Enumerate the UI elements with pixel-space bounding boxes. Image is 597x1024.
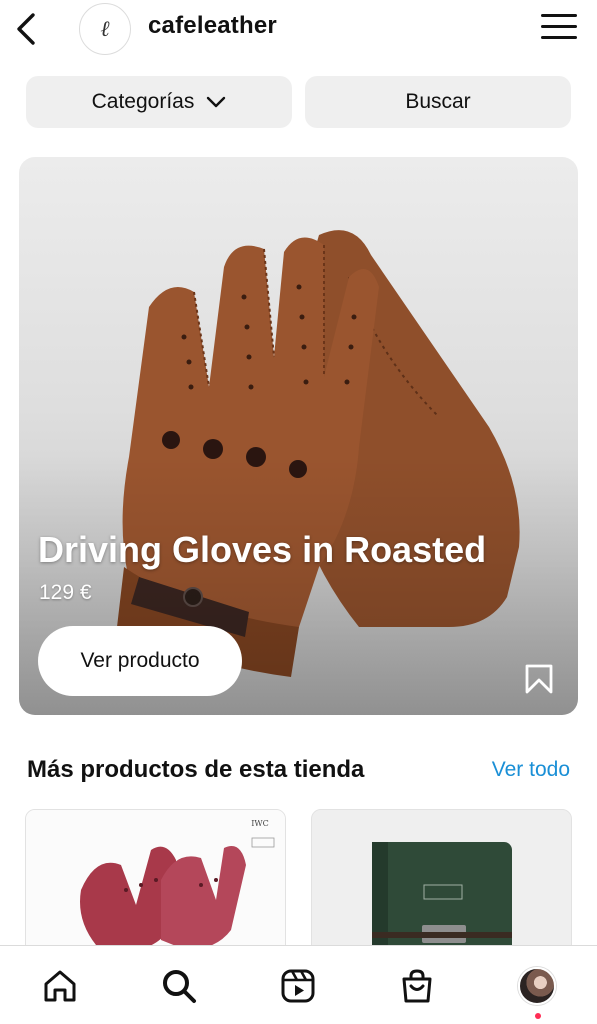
product-image-red-gloves: IWC: [26, 810, 285, 958]
shop-logo-glyph: ℓ: [100, 17, 110, 42]
product-tile[interactable]: [311, 809, 572, 959]
shop-logo-avatar[interactable]: ℓ: [79, 3, 131, 55]
categories-dropdown[interactable]: Categorías: [26, 76, 292, 128]
shop-bag-icon: [402, 969, 432, 1003]
nav-shop[interactable]: [397, 966, 437, 1006]
save-button[interactable]: [524, 663, 554, 695]
tile-brand-text: IWC: [251, 819, 269, 828]
categories-label: Categorías: [91, 90, 195, 113]
nav-search[interactable]: [159, 966, 199, 1006]
chevron-left-icon: [17, 13, 35, 45]
back-button[interactable]: [10, 10, 42, 48]
view-product-button[interactable]: Ver producto: [38, 626, 242, 696]
menu-button[interactable]: [541, 14, 577, 42]
hamburger-menu-icon: [541, 14, 577, 17]
nav-profile-avatar[interactable]: [518, 967, 556, 1005]
nav-reels[interactable]: [278, 966, 318, 1006]
product-title: Driving Gloves in Roasted: [38, 529, 487, 570]
top-bar: ℓ cafeleather: [0, 0, 597, 60]
chevron-down-icon: [206, 96, 226, 108]
search-icon: [163, 970, 196, 1003]
search-label: Buscar: [405, 90, 471, 113]
home-icon: [44, 970, 76, 1002]
search-button[interactable]: Buscar: [305, 76, 571, 128]
product-price: 129 €: [39, 581, 92, 604]
bottom-navigation: [0, 945, 597, 1024]
see-all-link[interactable]: Ver todo: [492, 758, 570, 782]
product-tile[interactable]: IWC: [25, 809, 286, 959]
bookmark-icon: [525, 664, 553, 694]
nav-home[interactable]: [40, 966, 80, 1006]
section-title: Más productos de esta tienda: [27, 756, 365, 783]
featured-product-card[interactable]: Driving Gloves in Roasted 129 € Ver prod…: [19, 157, 578, 715]
account-name[interactable]: cafeleather: [148, 12, 277, 40]
reels-icon: [281, 969, 315, 1003]
product-image-green-notebook: [312, 810, 571, 958]
notification-dot: [535, 1013, 541, 1019]
